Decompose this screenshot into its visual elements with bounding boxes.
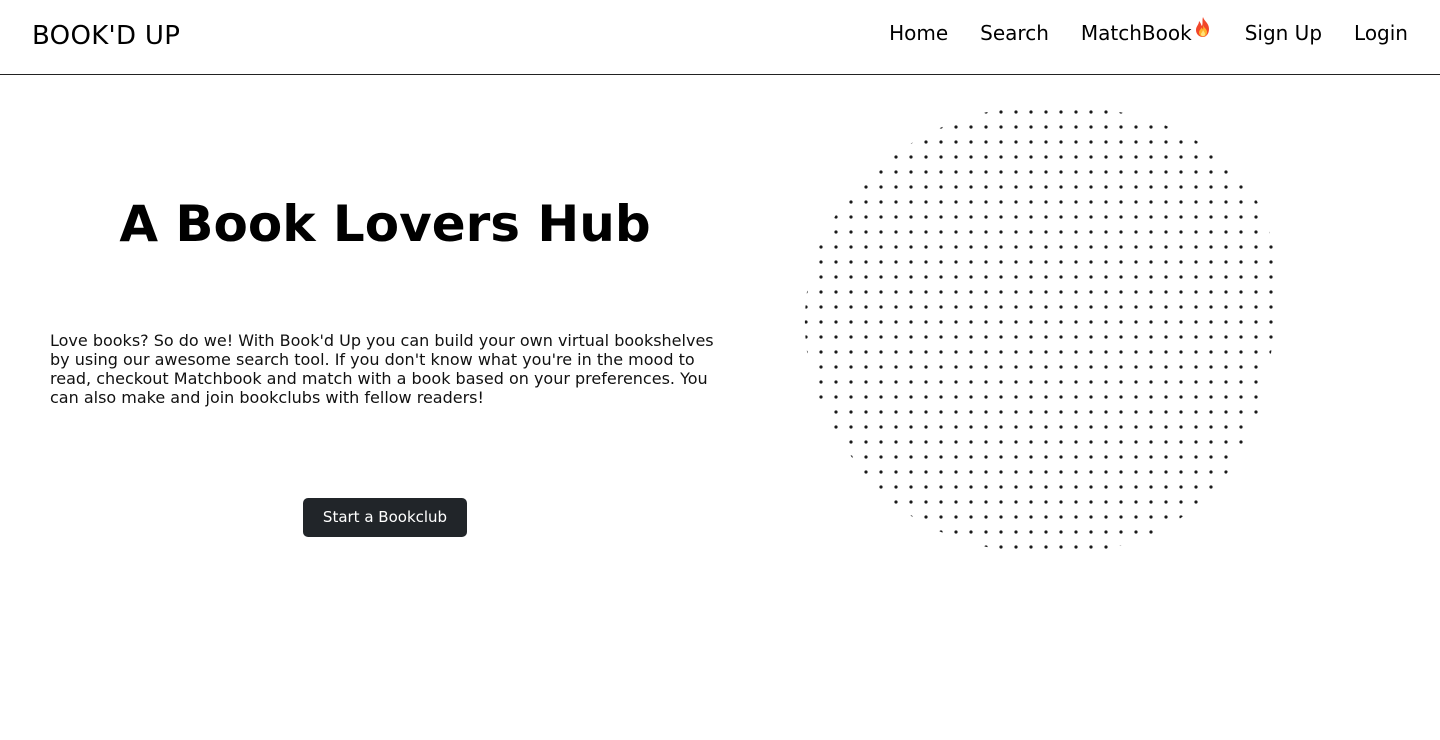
hero-description: Love books? So do we! With Book'd Up you… bbox=[50, 331, 714, 407]
nav-link-matchbook[interactable]: MatchBook bbox=[1080, 17, 1213, 48]
brand-logo[interactable]: BOOK'D UP bbox=[32, 19, 180, 53]
hero-title: A Book Lovers Hub bbox=[119, 195, 651, 253]
start-bookclub-button[interactable]: Start a Bookclub bbox=[303, 498, 467, 537]
fire-icon bbox=[1195, 17, 1209, 37]
navbar: BOOK'D UP Home Search MatchBook Sign Up … bbox=[0, 0, 1440, 75]
nav-link-login[interactable]: Login bbox=[1354, 18, 1408, 48]
nav-links: Home Search MatchBook Sign Up Login bbox=[889, 17, 1408, 48]
nav-link-matchbook-label: MatchBook bbox=[1080, 21, 1192, 45]
nav-link-search[interactable]: Search bbox=[980, 18, 1049, 48]
nav-link-home[interactable]: Home bbox=[889, 18, 948, 48]
nav-link-signup[interactable]: Sign Up bbox=[1245, 18, 1322, 48]
dot-pattern-blob-illustration bbox=[804, 105, 1277, 555]
